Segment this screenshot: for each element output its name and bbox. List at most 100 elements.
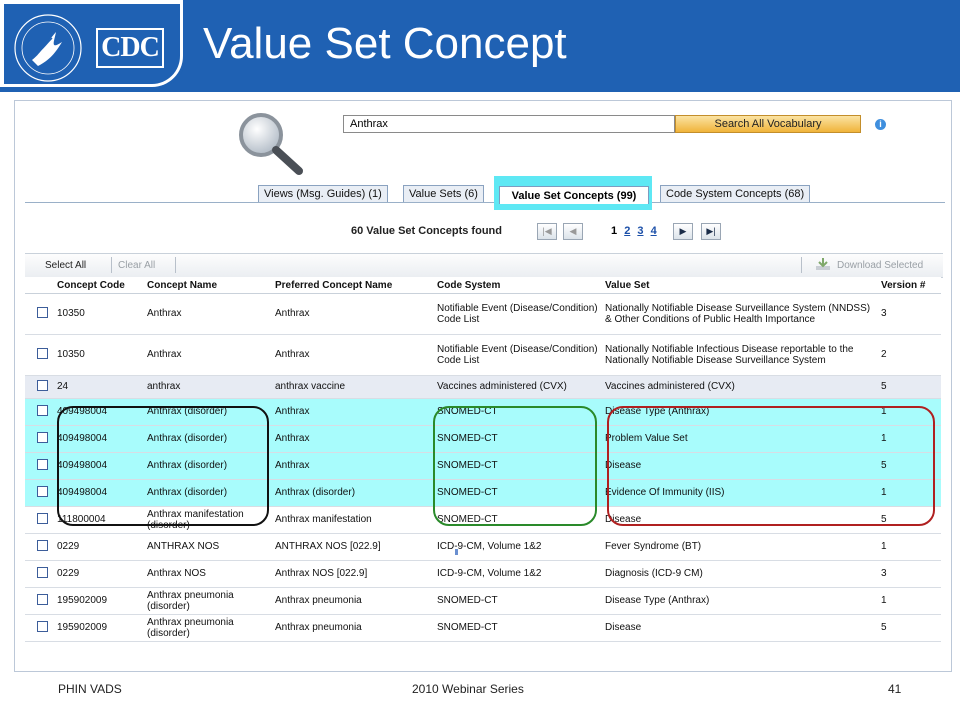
prev-page-button[interactable]: ◀: [563, 223, 583, 240]
table-row[interactable]: 10350 Anthrax Anthrax Notifiable Event (Dis…: [25, 334, 941, 376]
checkbox-header: [25, 277, 53, 294]
table-row[interactable]: 409498004 Anthrax (disorder) Anthrax (diso…: [25, 479, 941, 507]
magnifier-icon: [239, 113, 303, 175]
cell-value-set: Disease: [601, 452, 877, 480]
cell-version: 2: [877, 334, 941, 376]
toolbar-separator: [801, 257, 802, 273]
page-link[interactable]: 3: [637, 225, 643, 237]
cell-version: 3: [877, 293, 941, 335]
cell-preferred: Anthrax: [271, 452, 433, 480]
cell-name: Anthrax (disorder): [143, 425, 271, 453]
column-header[interactable]: Code System: [433, 277, 601, 294]
hhs-seal-icon: [14, 14, 82, 82]
tab-value-sets[interactable]: Value Sets (6): [403, 185, 484, 202]
page-link[interactable]: 4: [651, 225, 657, 237]
row-checkbox-cell: [25, 334, 53, 376]
row-checkbox[interactable]: [37, 512, 48, 524]
row-checkbox[interactable]: [37, 539, 48, 551]
search-all-vocabulary-button[interactable]: Search All Vocabulary: [675, 115, 861, 133]
row-checkbox[interactable]: [37, 458, 48, 470]
row-checkbox-cell: [25, 425, 53, 453]
cell-system: SNOMED-CT: [433, 506, 601, 534]
cell-version: 5: [877, 614, 941, 642]
footer-center: 2010 Webinar Series: [412, 682, 524, 696]
table-row[interactable]: 195902009 Anthrax pneumonia (disorder) Ant…: [25, 587, 941, 615]
row-checkbox-cell: [25, 587, 53, 615]
row-checkbox[interactable]: [37, 620, 48, 632]
page-title: Value Set Concept: [203, 19, 567, 68]
row-checkbox-cell: [25, 293, 53, 335]
cell-version: 1: [877, 587, 941, 615]
cell-preferred: Anthrax: [271, 293, 433, 335]
table-row[interactable]: 409498004 Anthrax (disorder) Anthrax SNOMED…: [25, 398, 941, 426]
table-row[interactable]: 0229 ANTHRAX NOS ANTHRAX NOS [022.9] ICD-9-…: [25, 533, 941, 561]
table-row[interactable]: 0229 Anthrax NOS Anthrax NOS [022.9] ICD-9-…: [25, 560, 941, 588]
cell-code: 10350: [53, 334, 143, 376]
table-row[interactable]: 409498004 Anthrax (disorder) Anthrax SNOMED…: [25, 425, 941, 453]
tab-value-set-concepts[interactable]: Value Set Concepts (99): [499, 186, 649, 204]
row-checkbox[interactable]: [37, 431, 48, 443]
cell-preferred: Anthrax (disorder): [271, 479, 433, 507]
next-page-button[interactable]: ▶: [673, 223, 693, 240]
table-row[interactable]: 409498004 Anthrax (disorder) Anthrax SNOMED…: [25, 452, 941, 480]
column-header[interactable]: Preferred Concept Name: [271, 277, 433, 294]
clear-all-button[interactable]: Clear All: [118, 260, 155, 271]
last-page-button[interactable]: ▶|: [701, 223, 721, 240]
tab-views[interactable]: Views (Msg. Guides) (1): [258, 185, 388, 202]
row-checkbox[interactable]: [37, 347, 48, 359]
results-toolbar: Select All Clear All Download Selected: [25, 253, 943, 278]
info-icon[interactable]: i: [875, 119, 886, 130]
cell-name: Anthrax manifestation (disorder): [143, 506, 271, 534]
download-selected-button[interactable]: Download Selected: [837, 260, 923, 271]
cell-preferred: Anthrax NOS [022.9]: [271, 560, 433, 588]
cell-system: SNOMED-CT: [433, 452, 601, 480]
cell-name: Anthrax (disorder): [143, 479, 271, 507]
cdc-logo: CDC: [96, 28, 164, 68]
row-checkbox[interactable]: [37, 379, 48, 391]
table-row[interactable]: 195902009 Anthrax pneumonia (disorder) Ant…: [25, 614, 941, 642]
select-all-button[interactable]: Select All: [45, 260, 86, 271]
row-checkbox[interactable]: [37, 306, 48, 318]
cell-value-set: Disease Type (Anthrax): [601, 587, 877, 615]
tab-divider: [25, 202, 945, 203]
cell-system: SNOMED-CT: [433, 614, 601, 642]
row-checkbox[interactable]: [37, 404, 48, 416]
logo-background: CDC: [4, 4, 180, 84]
pagination: 1 2 3 4: [611, 225, 661, 237]
column-header[interactable]: Concept Code: [53, 277, 143, 294]
table-row[interactable]: 111800004 Anthrax manifestation (disorder…: [25, 506, 941, 534]
first-page-button[interactable]: |◀: [537, 223, 557, 240]
cell-name: ANTHRAX NOS: [143, 533, 271, 561]
table-header-row: Concept Code Concept Name Preferred Conc…: [25, 277, 941, 294]
vads-screenshot: Anthrax Search All Vocabulary i Views (M…: [14, 100, 952, 672]
table-row[interactable]: 24 anthrax anthrax vaccine Vaccines adminis…: [25, 375, 941, 399]
cell-preferred: Anthrax: [271, 425, 433, 453]
cell-preferred: Anthrax pneumonia: [271, 614, 433, 642]
cell-value-set: Vaccines administered (CVX): [601, 375, 877, 399]
cell-code: 409498004: [53, 398, 143, 426]
row-checkbox[interactable]: [37, 485, 48, 497]
row-checkbox-cell: [25, 506, 53, 534]
row-checkbox-cell: [25, 560, 53, 588]
cell-version: 1: [877, 479, 941, 507]
cell-preferred: Anthrax pneumonia: [271, 587, 433, 615]
column-header[interactable]: Version #: [877, 277, 941, 294]
column-header[interactable]: Concept Name: [143, 277, 271, 294]
footer-left: PHIN VADS: [58, 682, 122, 696]
cell-version: 5: [877, 506, 941, 534]
cell-code: 0229: [53, 560, 143, 588]
cell-name: Anthrax: [143, 293, 271, 335]
cell-code: 195902009: [53, 614, 143, 642]
row-checkbox[interactable]: [37, 593, 48, 605]
cell-name: Anthrax NOS: [143, 560, 271, 588]
cell-system: ICD-9-CM, Volume 1&2: [433, 533, 601, 561]
cell-version: 1: [877, 533, 941, 561]
tab-code-system-concepts[interactable]: Code System Concepts (68): [660, 185, 811, 202]
cell-code: 111800004: [53, 506, 143, 534]
column-header[interactable]: Value Set: [601, 277, 877, 294]
page-link[interactable]: 2: [624, 225, 630, 237]
search-input[interactable]: Anthrax: [343, 115, 675, 133]
header-banner: CDC Value Set Concept: [0, 0, 960, 92]
table-row[interactable]: 10350 Anthrax Anthrax Notifiable Event (Dis…: [25, 293, 941, 335]
row-checkbox[interactable]: [37, 566, 48, 578]
